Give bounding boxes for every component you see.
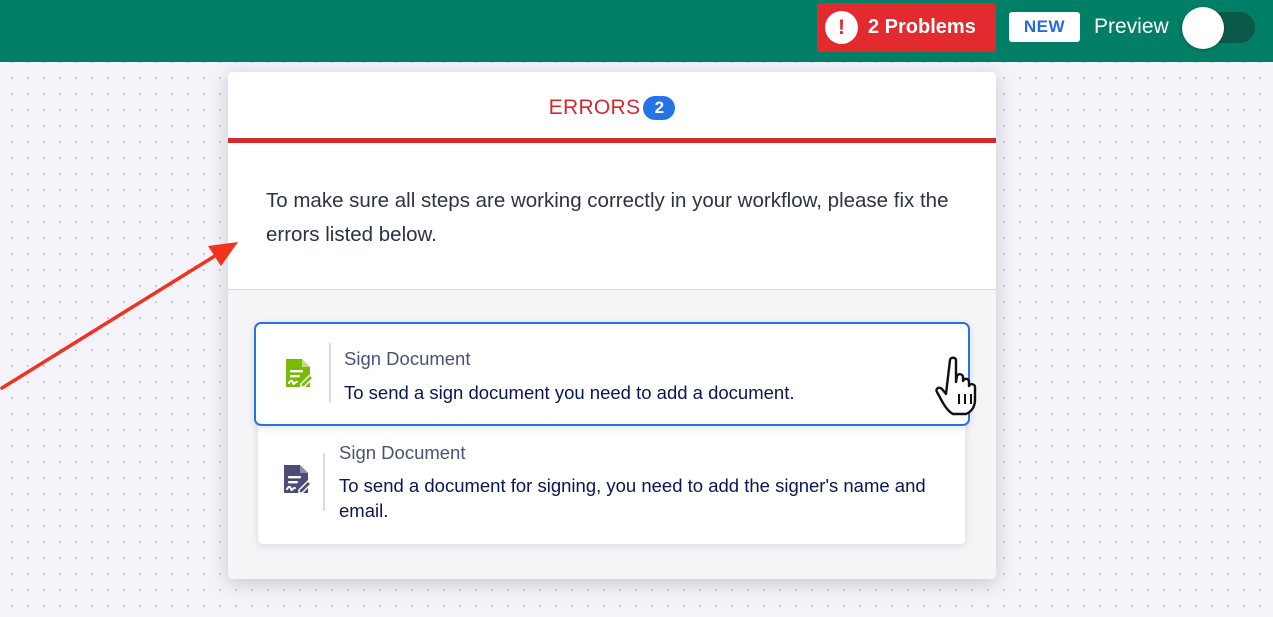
toggle-knob bbox=[1182, 7, 1224, 49]
error-item-message: To send a document for signing, you need… bbox=[339, 475, 926, 521]
errors-description: To make sure all steps are working corre… bbox=[266, 189, 949, 246]
card-separator bbox=[323, 453, 325, 511]
top-bar: ! 2 Problems NEW Preview bbox=[0, 0, 1273, 62]
problems-button[interactable]: ! 2 Problems bbox=[817, 3, 996, 52]
error-item-sign-document-signer[interactable]: Sign Document To send a document for sig… bbox=[258, 420, 965, 544]
preview-toggle[interactable] bbox=[1181, 7, 1255, 49]
sign-document-icon bbox=[284, 465, 311, 494]
error-item-title: Sign Document bbox=[339, 442, 466, 463]
annotation-arrow bbox=[0, 242, 238, 390]
errors-title: ERRORS bbox=[548, 95, 641, 119]
preview-label: Preview bbox=[1094, 15, 1169, 38]
exclamation-circle-icon: ! bbox=[825, 11, 858, 44]
errors-list: Sign Document To send a document for sig… bbox=[228, 290, 996, 579]
modal-header: ERRORS 2 bbox=[228, 72, 996, 143]
card-separator bbox=[329, 343, 331, 403]
errors-tab-underline bbox=[228, 138, 996, 143]
problems-label: 2 Problems bbox=[868, 16, 976, 38]
error-item-message: To send a sign document you need to add … bbox=[344, 382, 795, 403]
error-item-sign-document[interactable]: Sign Document To send a sign document yo… bbox=[254, 322, 970, 426]
sign-document-icon bbox=[286, 359, 313, 388]
errors-modal: ERRORS 2 To make sure all steps are work… bbox=[228, 72, 996, 579]
error-item-title: Sign Document bbox=[344, 348, 471, 369]
hand-cursor-icon bbox=[935, 356, 977, 416]
new-badge: NEW bbox=[1009, 12, 1080, 42]
errors-count-badge: 2 bbox=[643, 95, 676, 120]
